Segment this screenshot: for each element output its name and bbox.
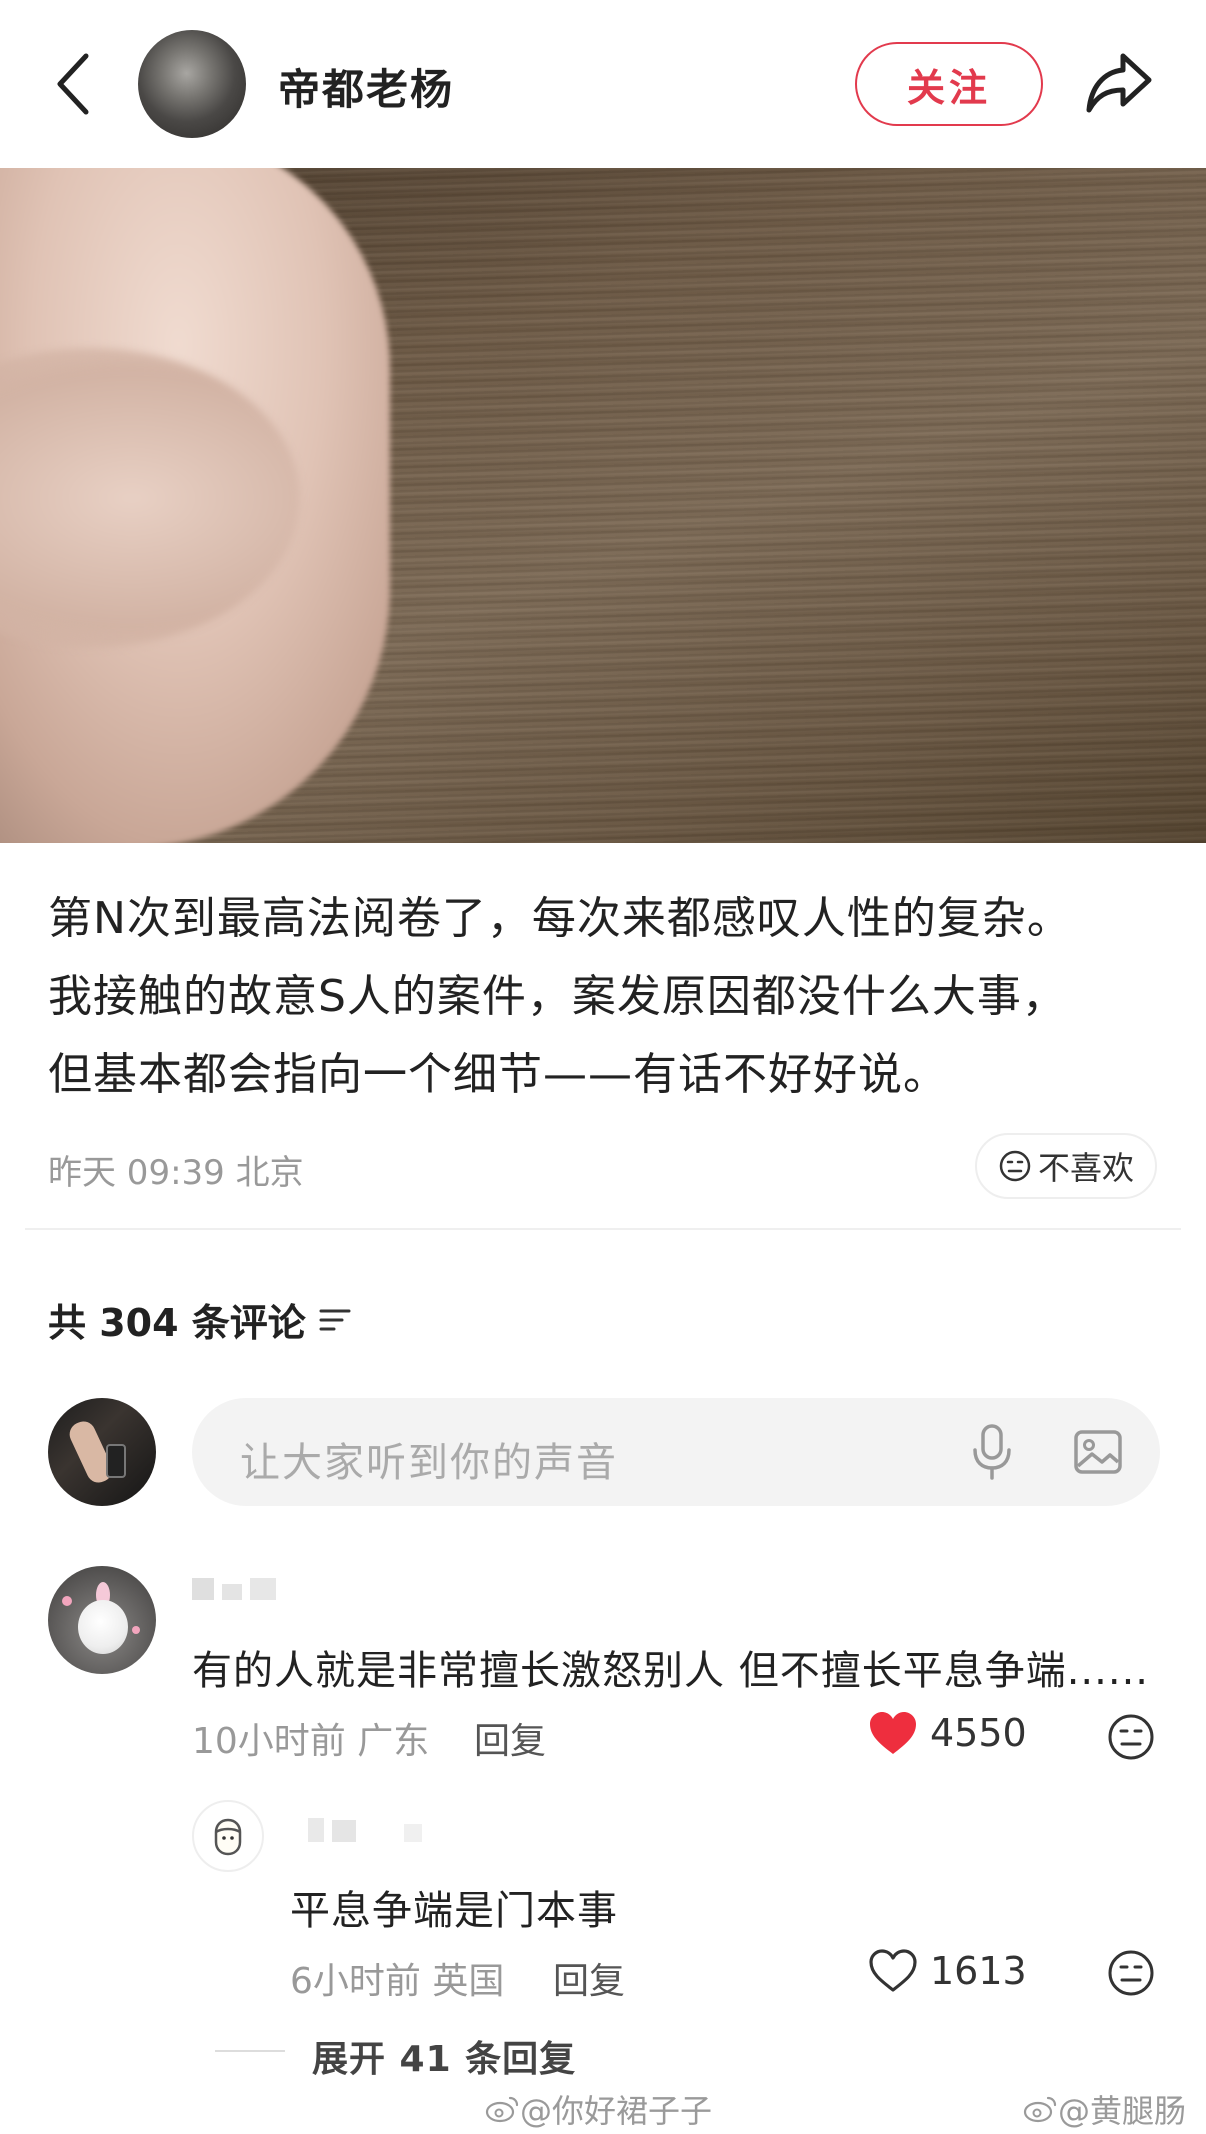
neutral-face-icon [1108,1950,1154,1996]
comment-count: 共 304 条评论 [48,1301,306,1345]
heart-outline-icon [869,1949,917,1992]
my-avatar[interactable] [48,1398,156,1506]
post-text-line: 但基本都会指向一个细节——有话不好好说。 [48,1049,948,1100]
blur-block [192,1578,214,1600]
reply-like-count: 1613 [930,1949,1027,1993]
reply-author-name-blurred[interactable] [308,1818,448,1844]
watermark-text: @你好裙子子 [520,2092,713,2130]
dislike-button[interactable]: 不喜欢 [975,1133,1157,1199]
comment-text: 有的人就是非常擅长激怒别人 但不擅长平息争端...... [192,1648,1150,1694]
share-icon [1086,53,1152,113]
top-bar: 帝都老杨 关注 [0,0,1206,168]
watermark: @你好裙子子 [484,2086,712,2132]
reply-meta: 6小时前 英国 [290,1961,505,2002]
heart-filled-icon [870,1712,916,1754]
comment-reply-button[interactable]: 回复 [474,1712,546,1764]
avatar-bunny [78,1600,128,1654]
comment-count-header[interactable]: 共 304 条评论 [48,1292,352,1347]
comment-meta: 10小时前 广东 [192,1721,430,1762]
weibo-icon [485,2096,519,2123]
chevron-left-icon [57,53,89,115]
author-name[interactable]: 帝都老杨 [278,56,454,117]
comment-like-count: 4550 [930,1711,1027,1755]
commenter-avatar[interactable] [48,1566,156,1674]
author-avatar[interactable] [138,30,246,138]
blur-block [250,1578,276,1600]
comment-dislike-button[interactable] [1106,1712,1156,1762]
expand-replies-button[interactable]: 展开 41 条回复 [312,2030,576,2082]
dislike-label: 不喜欢 [1037,1149,1134,1187]
blur-block [332,1820,356,1842]
neutral-face-icon [1108,1714,1154,1760]
neutral-face-icon [999,1150,1031,1182]
avatar-petal [132,1626,140,1634]
comment-input[interactable]: 让大家听到你的声音 [192,1398,1160,1506]
reply-text: 平息争端是门本事 [290,1888,618,1934]
acorn-avatar-icon [214,1818,242,1856]
divider [25,1228,1181,1230]
post-text-line: 我接触的故意S人的案件，案发原因都没什么大事， [48,971,1067,1022]
avatar-phone [106,1444,126,1478]
back-button[interactable] [50,48,98,120]
expand-divider [215,2050,285,2052]
image-upload-button[interactable] [1072,1426,1124,1478]
reply-like-button[interactable]: 1613 [868,1948,1027,1994]
sort-icon[interactable] [318,1305,352,1335]
comment-input-placeholder: 让大家听到你的声音 [240,1440,618,1486]
share-button[interactable] [1083,50,1155,116]
watermark-text: @黄腿肠 [1058,2092,1187,2130]
post-timestamp-location: 昨天 09:39 北京 [48,1153,304,1193]
microphone-icon [973,1424,1011,1480]
blur-block [404,1824,422,1842]
reply-dislike-button[interactable] [1106,1948,1156,1998]
reply-avatar[interactable] [192,1800,264,1872]
avatar-petal [62,1596,72,1606]
reply-reply-button[interactable]: 回复 [553,1952,625,2004]
comment-like-button[interactable]: 4550 [868,1710,1027,1756]
post-text-line: 第N次到最高法阅卷了，每次来都感叹人性的复杂。 [48,893,1072,944]
commenter-name-blurred[interactable] [192,1578,312,1606]
blur-block [308,1818,324,1842]
weibo-icon [1023,2096,1057,2123]
post-text: 第N次到最高法阅卷了，每次来都感叹人性的复杂。 我接触的故意S人的案件，案发原因… [48,880,1168,1114]
image-icon [1074,1430,1122,1474]
post-photo[interactable] [0,168,1206,843]
watermark: @黄腿肠 [1022,2086,1186,2132]
voice-input-button[interactable] [970,1422,1014,1482]
follow-button[interactable]: 关注 [855,42,1043,126]
blur-block [222,1584,242,1600]
